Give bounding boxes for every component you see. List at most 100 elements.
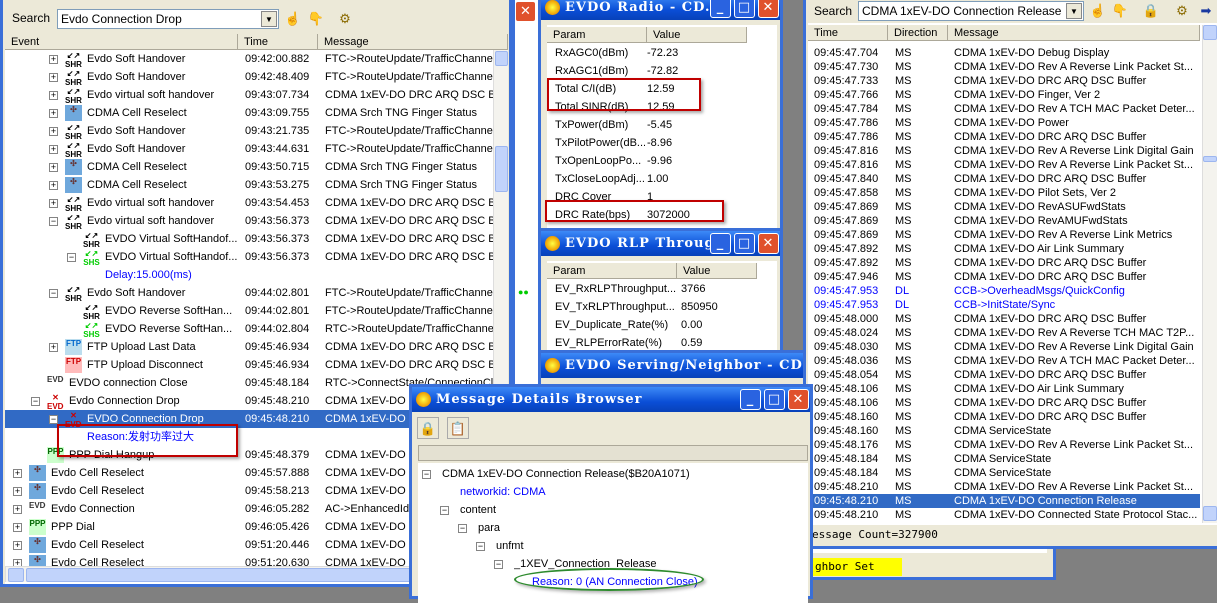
- expand-icon[interactable]: +: [49, 109, 58, 118]
- chevron-down-icon[interactable]: ▼: [1066, 3, 1082, 19]
- close-button[interactable]: ✕: [758, 233, 779, 254]
- expand-icon[interactable]: +: [49, 163, 58, 172]
- event-row[interactable]: Delay:15.000(ms): [5, 266, 493, 284]
- expand-icon[interactable]: +: [49, 145, 58, 154]
- scroll-down-button[interactable]: [1203, 506, 1217, 521]
- column-header-time[interactable]: Time: [808, 25, 888, 41]
- collapse-icon[interactable]: −: [458, 524, 467, 533]
- message-row[interactable]: 09:45:48.184 MS CDMA ServiceState: [808, 466, 1200, 480]
- collapse-icon[interactable]: −: [494, 560, 503, 569]
- maximize-button[interactable]: □: [734, 233, 755, 254]
- event-row[interactable]: ↙↗ SHS EVDO Reverse SoftHan... 09:44:02.80…: [5, 320, 493, 338]
- message-row[interactable]: 09:45:47.816 MS CDMA 1xEV-DO Rev A Reverse…: [808, 158, 1200, 172]
- message-row[interactable]: 09:45:47.784 MS CDMA 1xEV-DO Rev A TCH MAC…: [808, 102, 1200, 116]
- event-row[interactable]: + ↙↗ SHR Evdo Soft Handover 09:43:44.631 FTC…: [5, 140, 493, 158]
- message-row[interactable]: 09:45:47.953 DL CCB->InitState/Sync: [808, 298, 1200, 312]
- column-header-message[interactable]: Message: [318, 34, 508, 50]
- event-row[interactable]: + ✣ CDMA Cell Reselect 09:43:50.715 CDMA Src…: [5, 158, 493, 176]
- tree-node[interactable]: − content: [418, 501, 808, 519]
- expand-icon[interactable]: +: [49, 181, 58, 190]
- message-row[interactable]: 09:45:47.858 MS CDMA 1xEV-DO Pilot Sets, V…: [808, 186, 1200, 200]
- event-row[interactable]: + ↙↗ SHR Evdo Soft Handover 09:42:00.882 FTC…: [5, 50, 493, 68]
- expand-icon[interactable]: +: [49, 343, 58, 352]
- scrollbar-thumb[interactable]: [1203, 156, 1217, 162]
- find-down-icon[interactable]: 👇: [307, 10, 325, 28]
- column-header-value[interactable]: Value: [677, 263, 757, 279]
- message-row[interactable]: 09:45:47.946 MS CDMA 1xEV-DO DRC ARQ DSC B…: [808, 270, 1200, 284]
- collapse-icon[interactable]: −: [440, 506, 449, 515]
- minimize-button[interactable]: _: [740, 389, 761, 410]
- filter-icon[interactable]: ⚙: [1173, 2, 1191, 20]
- event-row[interactable]: + FTP FTP Upload Last Data 09:45:46.934 CDMA…: [5, 338, 493, 356]
- tree-node[interactable]: − CDMA 1xEV-DO Connection Release($B20A10…: [418, 465, 808, 483]
- close-button[interactable]: ✕: [788, 389, 809, 410]
- collapse-icon[interactable]: −: [49, 217, 58, 226]
- event-search-combo[interactable]: Evdo Connection Drop ▼: [57, 9, 279, 29]
- collapse-icon[interactable]: −: [422, 470, 431, 479]
- column-header-event[interactable]: Event: [5, 34, 238, 50]
- message-row[interactable]: 09:45:48.030 MS CDMA 1xEV-DO Rev A Reverse…: [808, 340, 1200, 354]
- event-row[interactable]: + ✣ CDMA Cell Reselect 09:43:53.275 CDMA Src…: [5, 176, 493, 194]
- expand-icon[interactable]: +: [13, 469, 22, 478]
- scrollbar-thumb[interactable]: [495, 146, 508, 192]
- message-row[interactable]: 09:45:47.766 MS CDMA 1xEV-DO Finger, Ver 2: [808, 88, 1200, 102]
- event-row[interactable]: ↙↗ SHR EVDO Virtual SoftHandof... 09:43:56…: [5, 230, 493, 248]
- expand-icon[interactable]: +: [49, 127, 58, 136]
- message-row[interactable]: 09:45:48.054 MS CDMA 1xEV-DO DRC ARQ DSC B…: [808, 368, 1200, 382]
- find-down-icon[interactable]: 👇: [1111, 2, 1129, 20]
- go-arrow-icon[interactable]: ➡: [1197, 2, 1215, 20]
- column-header-param[interactable]: Param: [547, 263, 677, 279]
- message-row[interactable]: 09:45:48.024 MS CDMA 1xEV-DO Rev A Reverse…: [808, 326, 1200, 340]
- vertical-scrollbar[interactable]: [1202, 25, 1217, 523]
- lock-button[interactable]: 🔒: [417, 417, 439, 439]
- minimize-button[interactable]: _: [710, 0, 731, 18]
- event-row[interactable]: + ↙↗ SHR Evdo virtual soft handover 09:43:0…: [5, 86, 493, 104]
- message-row[interactable]: 09:45:48.000 MS CDMA 1xEV-DO DRC ARQ DSC B…: [808, 312, 1200, 326]
- message-row[interactable]: 09:45:47.733 MS CDMA 1xEV-DO DRC ARQ DSC B…: [808, 74, 1200, 88]
- message-row[interactable]: 09:45:47.786 MS CDMA 1xEV-DO Power: [808, 116, 1200, 130]
- message-row[interactable]: 09:45:48.036 MS CDMA 1xEV-DO Rev A TCH MAC…: [808, 354, 1200, 368]
- message-row[interactable]: 09:45:48.160 MS CDMA ServiceState: [808, 424, 1200, 438]
- expand-icon[interactable]: +: [13, 505, 22, 514]
- collapse-icon[interactable]: −: [49, 289, 58, 298]
- message-row[interactable]: 09:45:47.816 MS CDMA 1xEV-DO Rev A Reverse…: [808, 144, 1200, 158]
- message-search-combo[interactable]: CDMA 1xEV-DO Connection Release ▼: [858, 1, 1084, 21]
- find-up-icon[interactable]: ☝: [1089, 2, 1107, 20]
- column-header-time[interactable]: Time: [238, 34, 318, 50]
- column-header-message[interactable]: Message: [948, 25, 1200, 41]
- message-row[interactable]: 09:45:48.106 MS CDMA 1xEV-DO DRC ARQ DSC B…: [808, 396, 1200, 410]
- expand-icon[interactable]: +: [49, 199, 58, 208]
- expand-icon[interactable]: +: [49, 73, 58, 82]
- minimize-button[interactable]: _: [710, 233, 731, 254]
- close-button[interactable]: ✕: [758, 0, 779, 18]
- message-row[interactable]: 09:45:48.210 MS CDMA 1xEV-DO Rev A Reverse…: [808, 480, 1200, 494]
- message-row[interactable]: 09:45:48.176 MS CDMA 1xEV-DO Rev A Reverse…: [808, 438, 1200, 452]
- expand-icon[interactable]: +: [13, 541, 22, 550]
- message-row[interactable]: 09:45:47.869 MS CDMA 1xEV-DO RevAMUFwdStat…: [808, 214, 1200, 228]
- collapse-icon[interactable]: −: [31, 397, 40, 406]
- collapse-icon[interactable]: −: [476, 542, 485, 551]
- message-row[interactable]: 09:45:47.730 MS CDMA 1xEV-DO Rev A Reverse…: [808, 60, 1200, 74]
- message-row[interactable]: 09:45:48.106 MS CDMA 1xEV-DO Air Link Summ…: [808, 382, 1200, 396]
- event-row[interactable]: − ↙↗ SHR Evdo virtual soft handover 09:43:5…: [5, 212, 493, 230]
- copy-button[interactable]: 📋: [447, 417, 469, 439]
- event-row[interactable]: + ✣ CDMA Cell Reselect 09:43:09.755 CDMA Src…: [5, 104, 493, 122]
- expand-icon[interactable]: +: [49, 55, 58, 64]
- scroll-left-button[interactable]: [8, 568, 24, 582]
- tree-node[interactable]: − para: [418, 519, 808, 537]
- message-row[interactable]: 09:45:47.869 MS CDMA 1xEV-DO Rev A Reverse…: [808, 228, 1200, 242]
- collapse-icon[interactable]: −: [67, 253, 76, 262]
- event-row[interactable]: ↙↗ SHR EVDO Reverse SoftHan... 09:44:02.80…: [5, 302, 493, 320]
- event-row[interactable]: + ↙↗ SHR Evdo Soft Handover 09:42:48.409 FTC…: [5, 68, 493, 86]
- expand-icon[interactable]: +: [13, 523, 22, 532]
- expand-icon[interactable]: +: [49, 91, 58, 100]
- expand-icon[interactable]: +: [13, 487, 22, 496]
- maximize-button[interactable]: □: [734, 0, 755, 18]
- lock-icon[interactable]: 🔒: [1142, 2, 1160, 20]
- chevron-down-icon[interactable]: ▼: [261, 11, 277, 27]
- message-row[interactable]: 09:45:47.840 MS CDMA 1xEV-DO DRC ARQ DSC B…: [808, 172, 1200, 186]
- message-row[interactable]: 09:45:47.892 MS CDMA 1xEV-DO Air Link Summ…: [808, 242, 1200, 256]
- filter-icon[interactable]: ⚙: [336, 10, 354, 28]
- tree-node[interactable]: − unfmt: [418, 537, 808, 555]
- scroll-up-button[interactable]: [495, 51, 508, 66]
